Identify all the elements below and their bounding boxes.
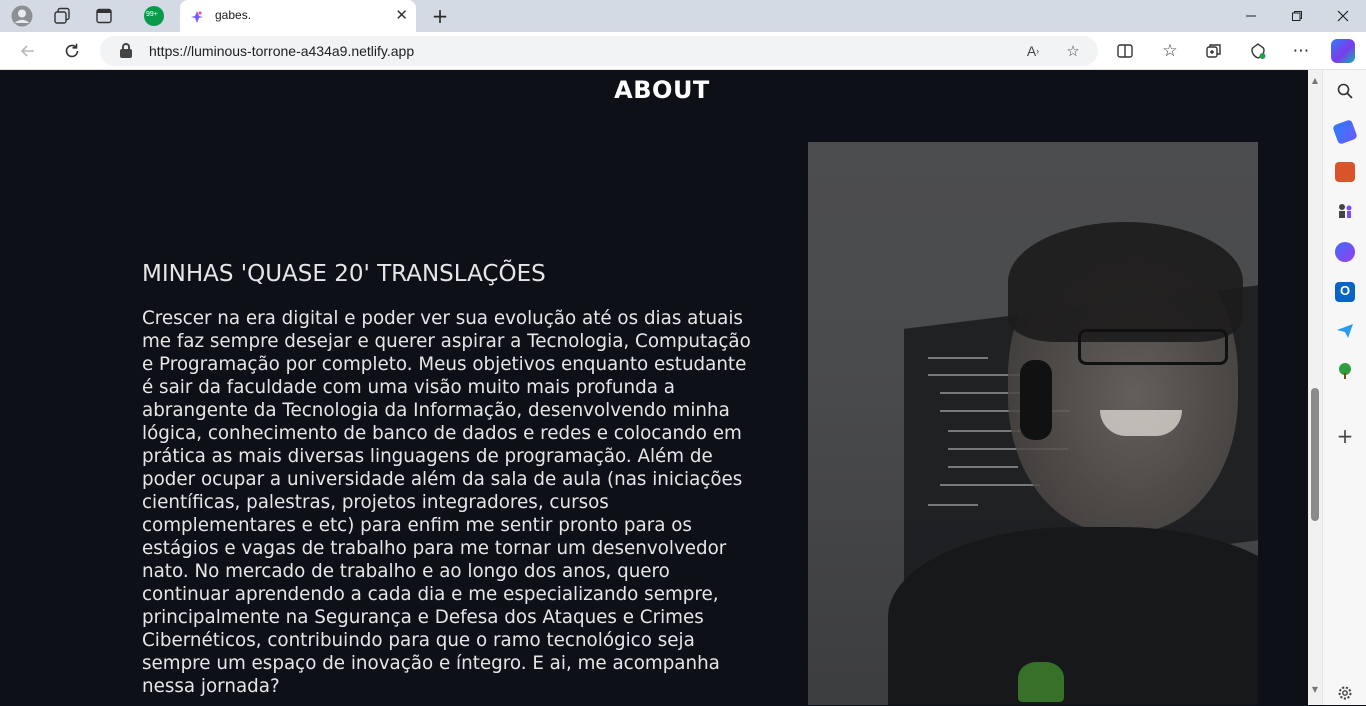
search-icon[interactable]	[1335, 82, 1355, 102]
tab-bar: 99+ gabes. ✕ +	[0, 0, 1366, 32]
restore-icon[interactable]	[1274, 4, 1320, 28]
edge-sidebar: O +	[1322, 70, 1366, 705]
send-icon[interactable]	[1335, 322, 1355, 342]
scroll-down-arrow-icon[interactable]: ▼	[1310, 685, 1320, 695]
scroll-thumb[interactable]	[1311, 388, 1319, 521]
section-title: ABOUT	[614, 76, 710, 104]
chess-icon[interactable]	[1335, 202, 1355, 222]
scroll-up-arrow-icon[interactable]: ▲	[1310, 76, 1320, 86]
tree-icon[interactable]	[1335, 362, 1355, 382]
address-toolbar: https://luminous-torrone-a434a9.netlify.…	[0, 32, 1366, 70]
collections-icon[interactable]	[1202, 39, 1226, 63]
minimize-icon[interactable]	[1228, 4, 1274, 28]
more-options-icon[interactable]: ⋯	[1289, 39, 1313, 63]
briefcase-icon[interactable]	[1335, 162, 1355, 182]
about-heading: MINHAS 'QUASE 20' TRANSLAÇÕES	[142, 261, 546, 287]
page-scrollbar[interactable]: ▲ ▼	[1308, 70, 1322, 705]
settings-icon[interactable]	[1335, 685, 1355, 705]
outlook-icon[interactable]: O	[1335, 282, 1355, 302]
active-tab[interactable]: gabes. ✕	[180, 0, 416, 32]
split-screen-icon[interactable]	[1113, 39, 1137, 63]
address-bar[interactable]: https://luminous-torrone-a434a9.netlify.…	[100, 36, 1098, 66]
page-viewport: ABOUT MINHAS 'QUASE 20' TRANSLAÇÕES Cres…	[4, 70, 1308, 705]
extension-badge-count: 99+	[146, 11, 158, 18]
extension-badge-icon[interactable]: 99+	[142, 4, 166, 28]
copilot-app-icon[interactable]	[1335, 242, 1355, 262]
close-tab-icon[interactable]: ✕	[395, 6, 408, 24]
tab-title: gabes.	[215, 8, 252, 22]
site-favicon-icon	[190, 9, 204, 23]
read-aloud-icon[interactable]: A ›	[1022, 41, 1044, 61]
add-icon[interactable]: +	[1335, 426, 1355, 446]
about-paragraph: Crescer na era digital e poder ver sua e…	[142, 308, 751, 697]
workspaces-icon[interactable]	[50, 4, 74, 28]
favorite-star-icon[interactable]: ☆	[1062, 41, 1084, 61]
browser-essentials-icon[interactable]	[1246, 39, 1270, 63]
profile-photo	[808, 142, 1258, 705]
copilot-icon[interactable]	[1331, 39, 1355, 63]
tab-actions-icon[interactable]	[92, 4, 116, 28]
lock-icon[interactable]	[120, 43, 132, 58]
close-window-icon[interactable]	[1320, 4, 1366, 28]
new-tab-button[interactable]: +	[428, 4, 452, 28]
url-text[interactable]: https://luminous-torrone-a434a9.netlify.…	[149, 43, 414, 59]
back-arrow-icon[interactable]	[16, 39, 40, 63]
refresh-icon[interactable]	[60, 39, 84, 63]
tag-icon[interactable]	[1332, 119, 1358, 145]
profile-avatar-icon[interactable]	[10, 4, 34, 28]
favorites-icon[interactable]: ☆	[1158, 39, 1182, 63]
